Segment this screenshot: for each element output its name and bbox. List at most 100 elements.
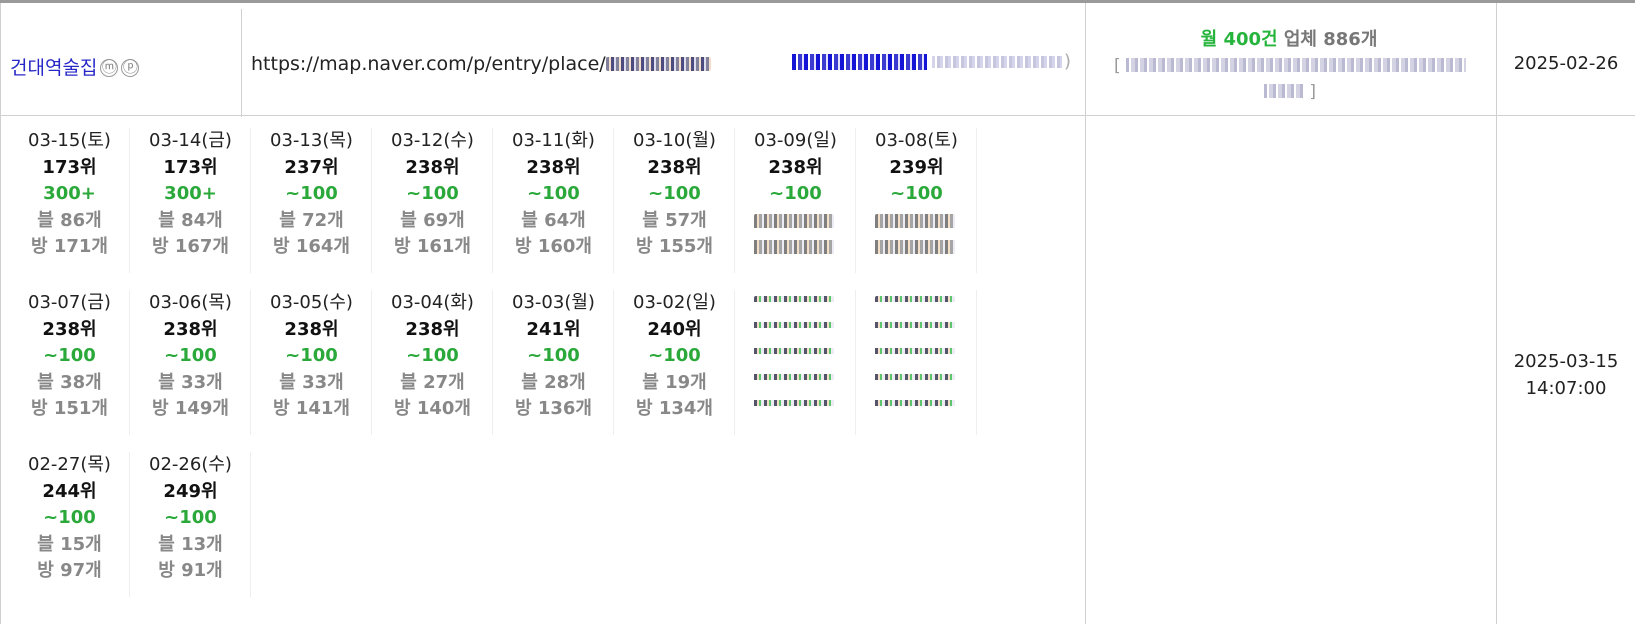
day-blog-count: 블 27개 — [400, 371, 465, 393]
day-volume: 300+ — [164, 183, 217, 204]
column-divider — [241, 9, 242, 117]
day-date: 02-26(수) — [149, 454, 232, 475]
day-blog-count: 블 33개 — [158, 371, 223, 393]
day-date: 03-15(토) — [28, 130, 111, 151]
day-blog-count: 블 15개 — [37, 533, 102, 555]
day-rank: 173위 — [163, 156, 218, 178]
day-date: 03-05(수) — [270, 292, 353, 313]
day-volume: ~100 — [527, 183, 580, 204]
day-cell: 03-11(화) 238위 ~100 블 64개 방 160개 — [494, 128, 614, 273]
redacted-overlay — [875, 296, 955, 420]
day-date: 03-06(목) — [149, 292, 232, 313]
day-volume: ~100 — [406, 345, 459, 366]
monthly-search-summary: 월 400건 업체 886개 — [1085, 25, 1493, 51]
day-cell: 03-05(수) 238위 ~100 블 33개 방 141개 — [252, 290, 372, 435]
day-volume: ~100 — [164, 507, 217, 528]
checked-datetime: 2025-03-15 14:07:00 — [1497, 348, 1635, 402]
redacted-place-id — [605, 57, 711, 71]
day-date: 03-02(일) — [633, 292, 716, 313]
shop-name-link[interactable]: 건대역술집 ⓜ ⓟ — [10, 53, 140, 80]
table-border-left — [0, 3, 1, 624]
day-volume: ~100 — [527, 345, 580, 366]
day-volume: ~100 — [648, 345, 701, 366]
place-url-text: https://map.naver.com/p/entry/place/ — [251, 53, 606, 75]
day-blog-count: 블 84개 — [158, 209, 223, 231]
day-date: 03-14(금) — [149, 130, 232, 151]
day-rank: 238위 — [405, 318, 460, 340]
day-rank: 173위 — [42, 156, 97, 178]
day-rank: 241위 — [526, 318, 581, 340]
day-place-count: 방 151개 — [31, 398, 108, 419]
day-cell: 03-12(수) 238위 ~100 블 69개방 161개 — [373, 128, 493, 273]
day-date: 03-12(수) — [391, 130, 474, 151]
day-place-count: 방 155개 — [636, 236, 713, 257]
day-rank: 238위 — [284, 318, 339, 340]
day-place-count: 방 136개 — [515, 398, 592, 419]
day-blog-count: 블 64개 — [521, 209, 586, 231]
redacted-overlay — [875, 214, 955, 260]
day-date: 03-04(화) — [391, 292, 474, 313]
column-divider — [1085, 3, 1086, 624]
day-date: 03-07(금) — [28, 292, 111, 313]
day-blog-count: 블 19개 — [642, 371, 707, 393]
day-blog-count: 블 38개 — [37, 371, 102, 393]
day-blog-count: 블 57개 — [642, 209, 707, 231]
day-cell: 03-06(목) 238위 ~100 블 33개방 149개 — [131, 290, 251, 435]
day-volume: ~100 — [769, 183, 822, 204]
day-rank: 249위 — [163, 480, 218, 502]
day-blog-count: 블 86개 — [37, 209, 102, 231]
day-place-count: 방 149개 — [152, 398, 229, 419]
day-cell: 03-03(월) 241위 ~100 블 28개 방 136개 — [494, 290, 614, 435]
monthly-label: 월 — [1200, 29, 1218, 50]
day-date: 03-13(목) — [270, 130, 353, 151]
day-rank: 238위 — [42, 318, 97, 340]
redacted-business-name: ) — [792, 51, 1075, 73]
day-cell: 03-14(금) 173위 300+ 블 84개방 167개 — [131, 128, 251, 273]
day-date: 03-09(일) — [754, 130, 837, 151]
day-volume: ~100 — [406, 183, 459, 204]
redacted-business-address: [ ] — [1100, 53, 1480, 105]
day-place-count: 방 140개 — [394, 398, 471, 419]
day-volume: ~100 — [285, 345, 338, 366]
business-count: 업체 886개 — [1283, 29, 1378, 50]
place-url[interactable]: https://map.naver.com/p/entry/place/ — [251, 53, 711, 75]
day-rank: 238위 — [526, 156, 581, 178]
day-cell: 02-26(수) 249위 ~100 블 13개방 91개 — [131, 452, 251, 597]
monthly-count: 400건 — [1223, 29, 1278, 50]
day-rank: 238위 — [163, 318, 218, 340]
day-cell: 03-04(화) 238위 ~100 블 27개방 140개 — [373, 290, 493, 435]
day-volume: ~100 — [43, 345, 96, 366]
m-badge-icon: ⓜ — [100, 58, 119, 77]
keyword-rank-table: 건대역술집 ⓜ ⓟ https://map.naver.com/p/entry/pl… — [0, 0, 1635, 624]
day-cell: 03-15(토) 173위 300+ 블 86개방 171개 — [10, 128, 130, 273]
day-volume: ~100 — [164, 345, 217, 366]
day-volume: 300+ — [43, 183, 96, 204]
day-cell: 02-27(목) 244위 ~100 블 15개 방 97개 — [10, 452, 130, 597]
day-rank: 238위 — [768, 156, 823, 178]
day-volume: ~100 — [285, 183, 338, 204]
day-blog-count: 블 28개 — [521, 371, 586, 393]
day-place-count: 방 141개 — [273, 398, 350, 419]
registered-date: 2025-02-26 — [1513, 53, 1619, 74]
day-rank: 240위 — [647, 318, 702, 340]
day-volume: ~100 — [890, 183, 943, 204]
row-divider — [0, 115, 1635, 116]
day-cell: 03-07(금) 238위 ~100 블 38개방 151개 — [10, 290, 130, 435]
day-rank: 238위 — [405, 156, 460, 178]
day-place-count: 방 91개 — [158, 560, 223, 581]
day-date: 02-27(목) — [28, 454, 111, 475]
day-rank: 238위 — [647, 156, 702, 178]
column-divider — [1496, 3, 1497, 624]
day-place-count: 방 161개 — [394, 236, 471, 257]
day-place-count: 방 167개 — [152, 236, 229, 257]
day-cell — [736, 290, 856, 435]
day-cell — [857, 290, 977, 435]
day-place-count: 방 171개 — [31, 236, 108, 257]
day-blog-count: 블 69개 — [400, 209, 465, 231]
day-place-count: 방 134개 — [636, 398, 713, 419]
day-cell: 03-10(월) 238위 ~100 블 57개 방 155개 — [615, 128, 735, 273]
day-blog-count: 블 13개 — [158, 533, 223, 555]
shop-name-label: 건대역술집 — [10, 57, 98, 79]
day-date: 03-11(화) — [512, 130, 595, 151]
day-place-count: 방 97개 — [37, 560, 102, 581]
